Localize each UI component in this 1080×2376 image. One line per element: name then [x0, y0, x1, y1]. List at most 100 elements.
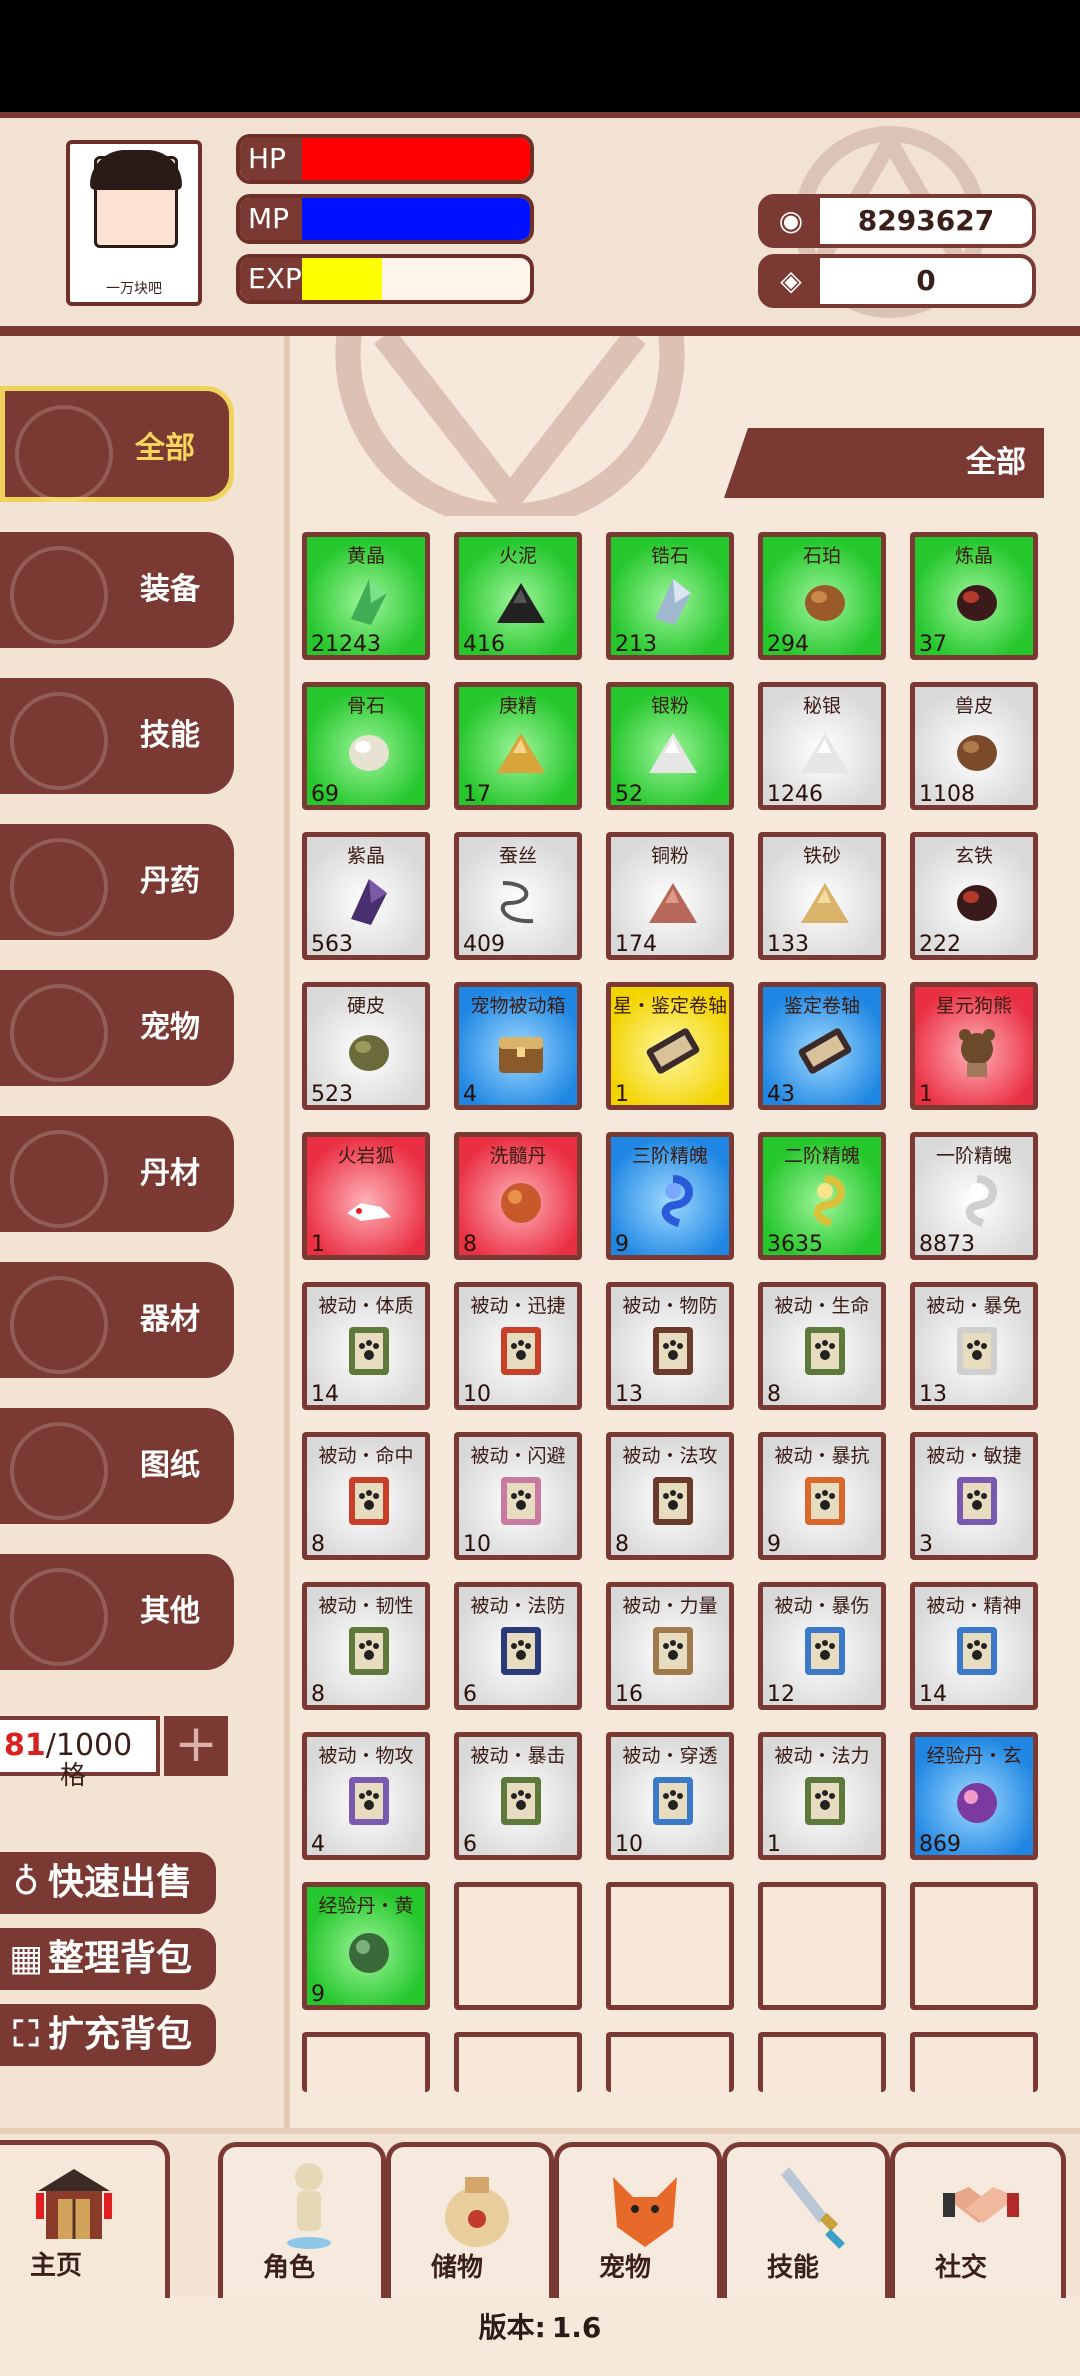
empty-slot[interactable]: [758, 2032, 886, 2092]
item-slot[interactable]: 星・鉴定卷轴 1: [606, 982, 734, 1110]
item-slot[interactable]: 被动・暴免 13: [910, 1282, 1038, 1410]
item-slot[interactable]: 被动・闪避 10: [454, 1432, 582, 1560]
item-slot[interactable]: 被动・法攻 8: [606, 1432, 734, 1560]
item-name: 铁砂: [802, 845, 841, 867]
category-all[interactable]: 全部: [0, 386, 234, 503]
category-equipment[interactable]: 装备: [0, 532, 234, 648]
item-name: 石珀: [802, 545, 841, 567]
nav-character[interactable]: 角色: [218, 2142, 386, 2298]
item-slot[interactable]: 黄晶 21243: [302, 532, 430, 660]
item-name: 被动・暴击: [470, 1745, 566, 1767]
item-slot[interactable]: 被动・生命 8: [758, 1282, 886, 1410]
item-slot[interactable]: 被动・力量 16: [606, 1582, 734, 1710]
item-name: 火泥: [498, 545, 537, 567]
category-pets[interactable]: 宠物: [0, 970, 234, 1086]
coin-value: 8293627: [857, 204, 995, 237]
item-slot[interactable]: 被动・迅捷 10: [454, 1282, 582, 1410]
item-slot[interactable]: 炼晶 37: [910, 532, 1038, 660]
item-name: 蚕丝: [498, 845, 537, 867]
item-slot[interactable]: 二阶精魄 3635: [758, 1132, 886, 1260]
item-slot[interactable]: 火岩狐 1: [302, 1132, 430, 1260]
item-count: 12: [767, 1682, 795, 1707]
nav-skills[interactable]: 技能: [722, 2142, 890, 2298]
item-slot[interactable]: 锆石 213: [606, 532, 734, 660]
item-slot[interactable]: 一阶精魄 8873: [910, 1132, 1038, 1260]
item-name: 被动・暴伤: [774, 1595, 870, 1617]
item-slot[interactable]: 紫晶 563: [302, 832, 430, 960]
item-slot[interactable]: 经验丹・玄 869: [910, 1732, 1038, 1860]
item-slot[interactable]: 被动・暴伤 12: [758, 1582, 886, 1710]
sort-bag-button[interactable]: ▦ 整理背包: [0, 1928, 216, 1990]
item-count: 9: [311, 1982, 325, 2007]
item-slot[interactable]: 经验丹・黄 9: [302, 1882, 430, 2010]
gem-display: ◈ 0: [758, 254, 1036, 308]
category-pills[interactable]: 丹药: [0, 824, 234, 940]
empty-slot[interactable]: [910, 2032, 1038, 2092]
status-bar: [0, 0, 1080, 112]
add-capacity-button[interactable]: +: [164, 1716, 228, 1776]
empty-slot[interactable]: [606, 1882, 734, 2010]
item-slot[interactable]: 秘银 1246: [758, 682, 886, 810]
filter-dropdown[interactable]: 全部: [724, 428, 1044, 498]
category-blueprints[interactable]: 图纸: [0, 1408, 234, 1524]
item-slot[interactable]: 被动・穿透 10: [606, 1732, 734, 1860]
item-slot[interactable]: 被动・命中 8: [302, 1432, 430, 1560]
nav-skills-label: 技能: [767, 2253, 820, 2283]
item-slot[interactable]: 铜粉 174: [606, 832, 734, 960]
empty-slot[interactable]: [454, 2032, 582, 2092]
item-name: 被动・暴免: [926, 1295, 1022, 1317]
item-slot[interactable]: 庚精 17: [454, 682, 582, 810]
item-count: 14: [311, 1382, 339, 1407]
nav-social[interactable]: 社交: [890, 2142, 1066, 2298]
item-name: 铜粉: [650, 845, 689, 867]
item-slot[interactable]: 火泥 416: [454, 532, 582, 660]
hp-fill: [302, 138, 530, 180]
item-slot[interactable]: 被动・精神 14: [910, 1582, 1038, 1710]
empty-slot[interactable]: [758, 1882, 886, 2010]
item-slot[interactable]: 石珀 294: [758, 532, 886, 660]
item-slot[interactable]: 蚕丝 409: [454, 832, 582, 960]
paw-red-icon: [349, 1477, 389, 1525]
paw-pink-icon: [501, 1477, 541, 1525]
spirit-white-icon: [965, 1175, 997, 1227]
item-slot[interactable]: 被动・法力 1: [758, 1732, 886, 1860]
item-slot[interactable]: 被动・物防 13: [606, 1282, 734, 1410]
item-count: 1: [919, 1082, 933, 1107]
expand-bag-button[interactable]: ⛶ 扩充背包: [0, 2004, 216, 2066]
category-pill-materials[interactable]: 丹材: [0, 1116, 234, 1232]
item-slot[interactable]: 被动・敏捷 3: [910, 1432, 1038, 1560]
item-count: 174: [615, 932, 657, 957]
item-slot[interactable]: 被动・物攻 4: [302, 1732, 430, 1860]
item-slot[interactable]: 兽皮 1108: [910, 682, 1038, 810]
category-gear-materials[interactable]: 器材: [0, 1262, 234, 1378]
item-slot[interactable]: 三阶精魄 9: [606, 1132, 734, 1260]
item-slot[interactable]: 硬皮 523: [302, 982, 430, 1110]
gem-value: 0: [916, 264, 936, 297]
empty-slot[interactable]: [910, 1882, 1038, 2010]
item-slot[interactable]: 银粉 52: [606, 682, 734, 810]
pill-green-icon: [349, 1933, 389, 1973]
category-other[interactable]: 其他: [0, 1554, 234, 1670]
item-slot[interactable]: 被动・体质 14: [302, 1282, 430, 1410]
item-slot[interactable]: 鉴定卷轴 43: [758, 982, 886, 1110]
nav-home[interactable]: 主页: [0, 2140, 170, 2298]
item-slot[interactable]: 星元狗熊 1: [910, 982, 1038, 1110]
item-slot[interactable]: 骨石 69: [302, 682, 430, 810]
nav-storage[interactable]: 储物: [386, 2142, 554, 2298]
item-slot[interactable]: 玄铁 222: [910, 832, 1038, 960]
player-avatar[interactable]: 一万块吧: [66, 140, 202, 306]
item-slot[interactable]: 被动・法防 6: [454, 1582, 582, 1710]
empty-slot[interactable]: [606, 2032, 734, 2092]
quick-sell-button[interactable]: ♁ 快速出售: [0, 1852, 216, 1914]
item-slot[interactable]: 铁砂 133: [758, 832, 886, 960]
item-slot[interactable]: 被动・暴抗 9: [758, 1432, 886, 1560]
item-slot[interactable]: 被动・韧性 8: [302, 1582, 430, 1710]
category-skills[interactable]: 技能: [0, 678, 234, 794]
nav-pets[interactable]: 宠物: [554, 2142, 722, 2298]
empty-slot[interactable]: [302, 2032, 430, 2092]
item-count: 416: [463, 632, 505, 657]
item-slot[interactable]: 宠物被动箱 4: [454, 982, 582, 1110]
item-slot[interactable]: 洗髓丹 8: [454, 1132, 582, 1260]
item-slot[interactable]: 被动・暴击 6: [454, 1732, 582, 1860]
empty-slot[interactable]: [454, 1882, 582, 2010]
